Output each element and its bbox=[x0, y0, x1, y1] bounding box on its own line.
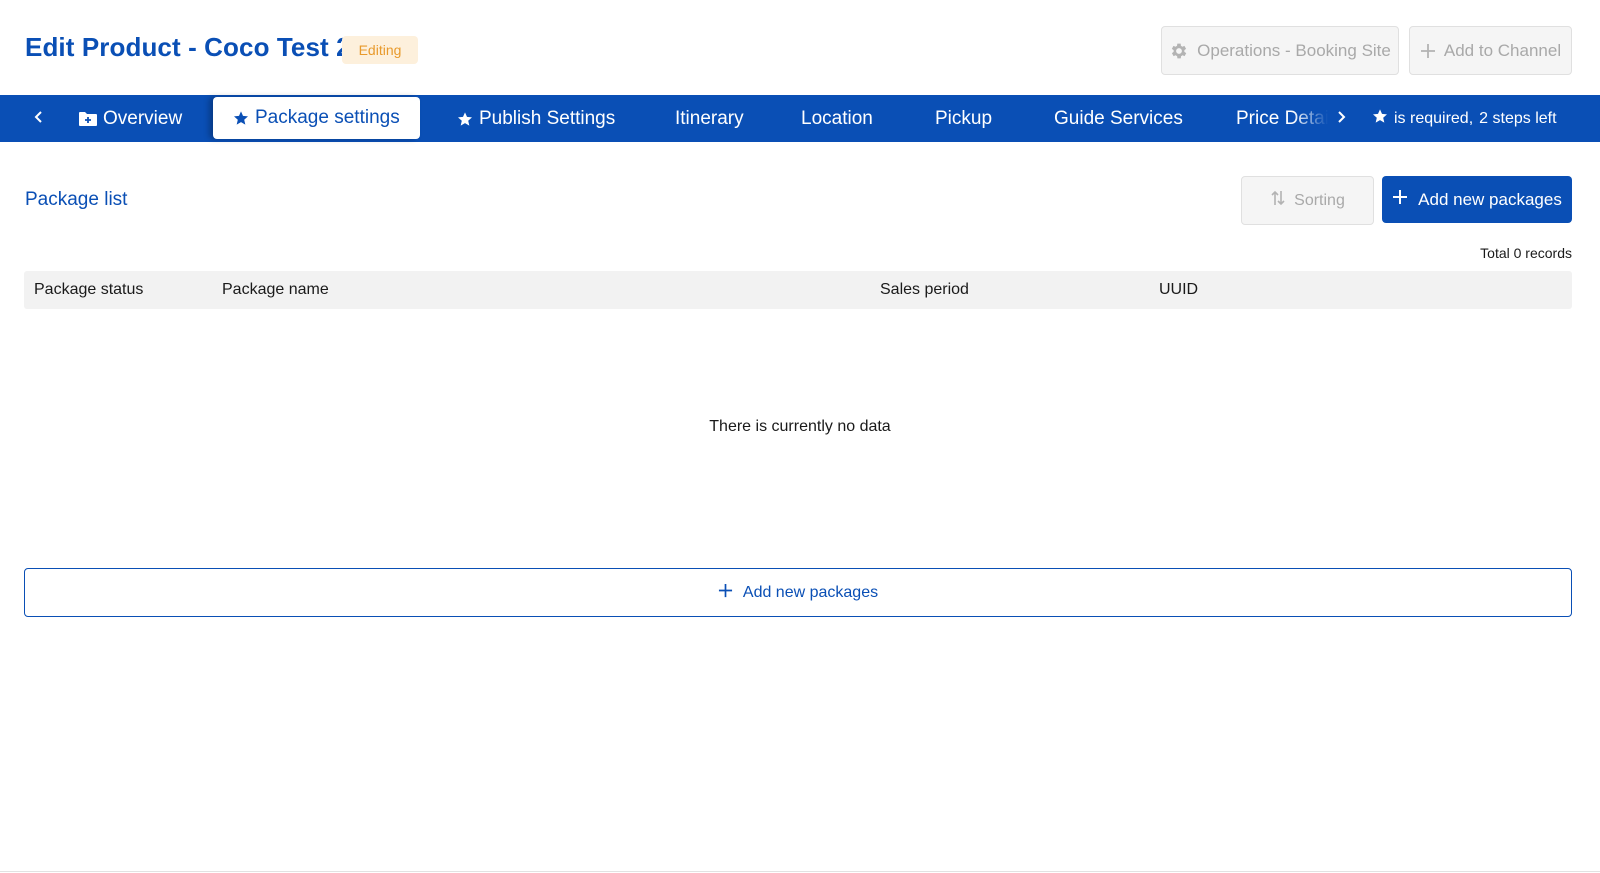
tab-itinerary-label: Itinerary bbox=[675, 107, 744, 129]
sorting-button[interactable]: Sorting bbox=[1241, 176, 1374, 225]
tab-guide-services-label: Guide Services bbox=[1054, 107, 1183, 129]
tab-publish-settings[interactable]: Publish Settings bbox=[457, 95, 615, 142]
total-records: Total 0 records bbox=[1480, 245, 1572, 261]
add-new-packages-bottom-button[interactable]: Add new packages bbox=[24, 568, 1572, 617]
add-new-packages-bottom-label: Add new packages bbox=[742, 583, 879, 601]
add-new-packages-button[interactable]: Add new packages bbox=[1382, 176, 1572, 223]
add-to-channel-label: Add to Channel bbox=[1443, 40, 1562, 60]
status-badge: Editing bbox=[342, 36, 418, 64]
tab-scroll-right-button[interactable] bbox=[1326, 95, 1356, 142]
column-header-uuid: UUID bbox=[1159, 281, 1199, 298]
chevron-left-icon bbox=[34, 107, 44, 130]
tab-location-label: Location bbox=[801, 107, 873, 129]
plus-icon bbox=[718, 583, 733, 603]
add-to-channel-button[interactable]: Add to Channel bbox=[1409, 26, 1572, 75]
column-header-sales-period: Sales period bbox=[880, 281, 969, 298]
column-header-package-status: Package status bbox=[34, 281, 144, 298]
star-icon bbox=[233, 110, 249, 126]
gear-icon bbox=[1169, 41, 1189, 61]
star-icon bbox=[1372, 108, 1388, 129]
tab-location[interactable]: Location bbox=[801, 95, 873, 142]
page-header: Edit Product - Coco Test 2 Editing Opera… bbox=[0, 0, 1600, 95]
plus-icon bbox=[1392, 189, 1408, 210]
tab-pickup[interactable]: Pickup bbox=[935, 95, 992, 142]
chevron-right-icon bbox=[1336, 107, 1346, 130]
operations-booking-site-button[interactable]: Operations - Booking Site bbox=[1161, 26, 1399, 75]
sorting-label: Sorting bbox=[1294, 191, 1345, 209]
divider bbox=[0, 871, 1600, 872]
page-title: Edit Product - Coco Test 2 bbox=[25, 32, 351, 62]
tab-package-settings-label: Package settings bbox=[255, 107, 400, 128]
plus-icon bbox=[1420, 43, 1436, 59]
package-list-title: Package list bbox=[25, 189, 128, 210]
required-note-text: is required, bbox=[1394, 109, 1474, 127]
tab-scroll-left-button[interactable] bbox=[24, 95, 54, 142]
empty-state-message: There is currently no data bbox=[709, 418, 891, 435]
tab-itinerary[interactable]: Itinerary bbox=[675, 95, 744, 142]
steps-left-text: 2 steps left bbox=[1479, 109, 1557, 127]
tab-guide-services[interactable]: Guide Services bbox=[1054, 95, 1183, 142]
folder-plus-icon bbox=[79, 111, 97, 126]
table-header-row: Package status Package name Sales period… bbox=[24, 271, 1572, 309]
tab-publish-settings-label: Publish Settings bbox=[479, 107, 616, 129]
tab-overview-label: Overview bbox=[103, 107, 183, 129]
tab-package-settings[interactable]: Package settings bbox=[213, 97, 420, 139]
required-steps-note: is required, 2 steps left bbox=[1372, 95, 1557, 142]
add-new-packages-label: Add new packages bbox=[1418, 189, 1562, 209]
column-header-package-name: Package name bbox=[222, 281, 329, 298]
star-icon bbox=[457, 111, 473, 127]
operations-button-label: Operations - Booking Site bbox=[1197, 40, 1391, 60]
sort-arrows-icon bbox=[1270, 189, 1286, 212]
tab-bar: Overview Package settings Publish Settin… bbox=[0, 95, 1600, 142]
tab-pickup-label: Pickup bbox=[935, 107, 993, 129]
tab-overview[interactable]: Overview bbox=[79, 95, 182, 142]
